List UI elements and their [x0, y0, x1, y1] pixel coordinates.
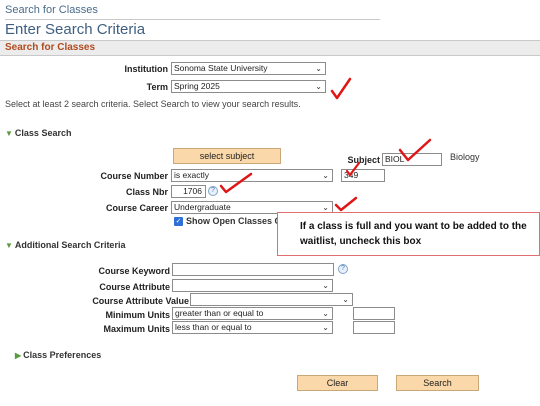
class-search-toggle[interactable]: ▼ Class Search — [5, 128, 71, 138]
course-attribute-label: Course Attribute — [99, 282, 170, 292]
select-subject-button[interactable]: select subject — [173, 148, 281, 164]
maximum-units-input[interactable] — [353, 321, 395, 334]
class-search-heading: Class Search — [14, 128, 72, 138]
subject-description: Biology — [450, 152, 480, 162]
checkmark-annotation-icon — [330, 77, 352, 100]
section-header-title: Search for Classes — [5, 42, 96, 53]
checkmark-annotation-icon — [398, 138, 432, 162]
search-button[interactable]: Search — [396, 375, 479, 391]
class-preferences-toggle[interactable]: ▶ Class Preferences — [15, 350, 101, 360]
instructions-text: Select at least 2 search criteria. Selec… — [5, 99, 301, 109]
checkmark-annotation-icon — [334, 196, 358, 212]
institution-value: Sonoma State University — [174, 63, 268, 73]
maximum-units-label: Maximum Units — [103, 324, 170, 334]
checkmark-annotation-icon — [345, 161, 361, 177]
chevron-down-icon: ⌄ — [322, 323, 329, 332]
chevron-down-icon: ⌄ — [322, 171, 329, 180]
chevron-down-icon: ⌄ — [322, 309, 329, 318]
course-keyword-input[interactable] — [172, 263, 334, 276]
institution-label: Institution — [124, 64, 169, 74]
minimum-units-operator-value: greater than or equal to — [175, 308, 264, 318]
page-title: Enter Search Criteria — [5, 21, 146, 38]
term-select[interactable]: Spring 2025 ⌄ — [171, 80, 326, 93]
breadcrumb[interactable]: Search for Classes — [5, 4, 98, 16]
course-number-label: Course Number — [100, 171, 168, 181]
course-keyword-label: Course Keyword — [98, 266, 170, 276]
class-nbr-input[interactable]: 1706 — [171, 185, 206, 198]
annotation-note: If a class is full and you want to be ad… — [277, 212, 540, 256]
additional-criteria-toggle[interactable]: ▼ Additional Search Criteria — [5, 240, 125, 250]
chevron-down-icon: ⌄ — [315, 64, 322, 73]
chevron-down-icon: ⌄ — [322, 281, 329, 290]
collapse-triangle-icon: ▼ — [5, 129, 13, 138]
class-preferences-heading: Class Preferences — [23, 350, 102, 360]
maximum-units-operator-value: less than or equal to — [175, 322, 252, 332]
course-attribute-value-label: Course Attribute Value — [92, 296, 189, 306]
help-icon[interactable]: ? — [338, 264, 348, 274]
course-career-label: Course Career — [105, 203, 168, 213]
course-attribute-select[interactable]: ⌄ — [172, 279, 333, 292]
section-header-bar: Search for Classes — [0, 40, 540, 56]
annotation-text: If a class is full and you want to be ad… — [300, 221, 527, 247]
open-classes-checkbox[interactable]: ✓ — [174, 217, 183, 226]
clear-button[interactable]: Clear — [297, 375, 378, 391]
course-number-operator-value: is exactly — [174, 170, 209, 180]
minimum-units-label: Minimum Units — [105, 310, 171, 320]
term-value: Spring 2025 — [174, 81, 220, 91]
breadcrumb-divider — [5, 19, 380, 20]
institution-select[interactable]: Sonoma State University ⌄ — [171, 62, 326, 75]
checkmark-annotation-icon — [219, 172, 253, 194]
help-icon[interactable]: ? — [208, 186, 218, 196]
expand-triangle-icon: ▶ — [15, 351, 22, 360]
maximum-units-operator-select[interactable]: less than or equal to ⌄ — [172, 321, 333, 334]
collapse-triangle-icon: ▼ — [5, 241, 13, 250]
course-attribute-value-select[interactable]: ⌄ — [190, 293, 353, 306]
course-career-value: Undergraduate — [174, 202, 231, 212]
minimum-units-operator-select[interactable]: greater than or equal to ⌄ — [172, 307, 333, 320]
class-nbr-label: Class Nbr — [125, 187, 168, 197]
chevron-down-icon: ⌄ — [342, 295, 349, 304]
chevron-down-icon: ⌄ — [315, 82, 322, 91]
term-label: Term — [146, 82, 168, 92]
minimum-units-input[interactable] — [353, 307, 395, 320]
additional-criteria-heading: Additional Search Criteria — [14, 240, 126, 250]
